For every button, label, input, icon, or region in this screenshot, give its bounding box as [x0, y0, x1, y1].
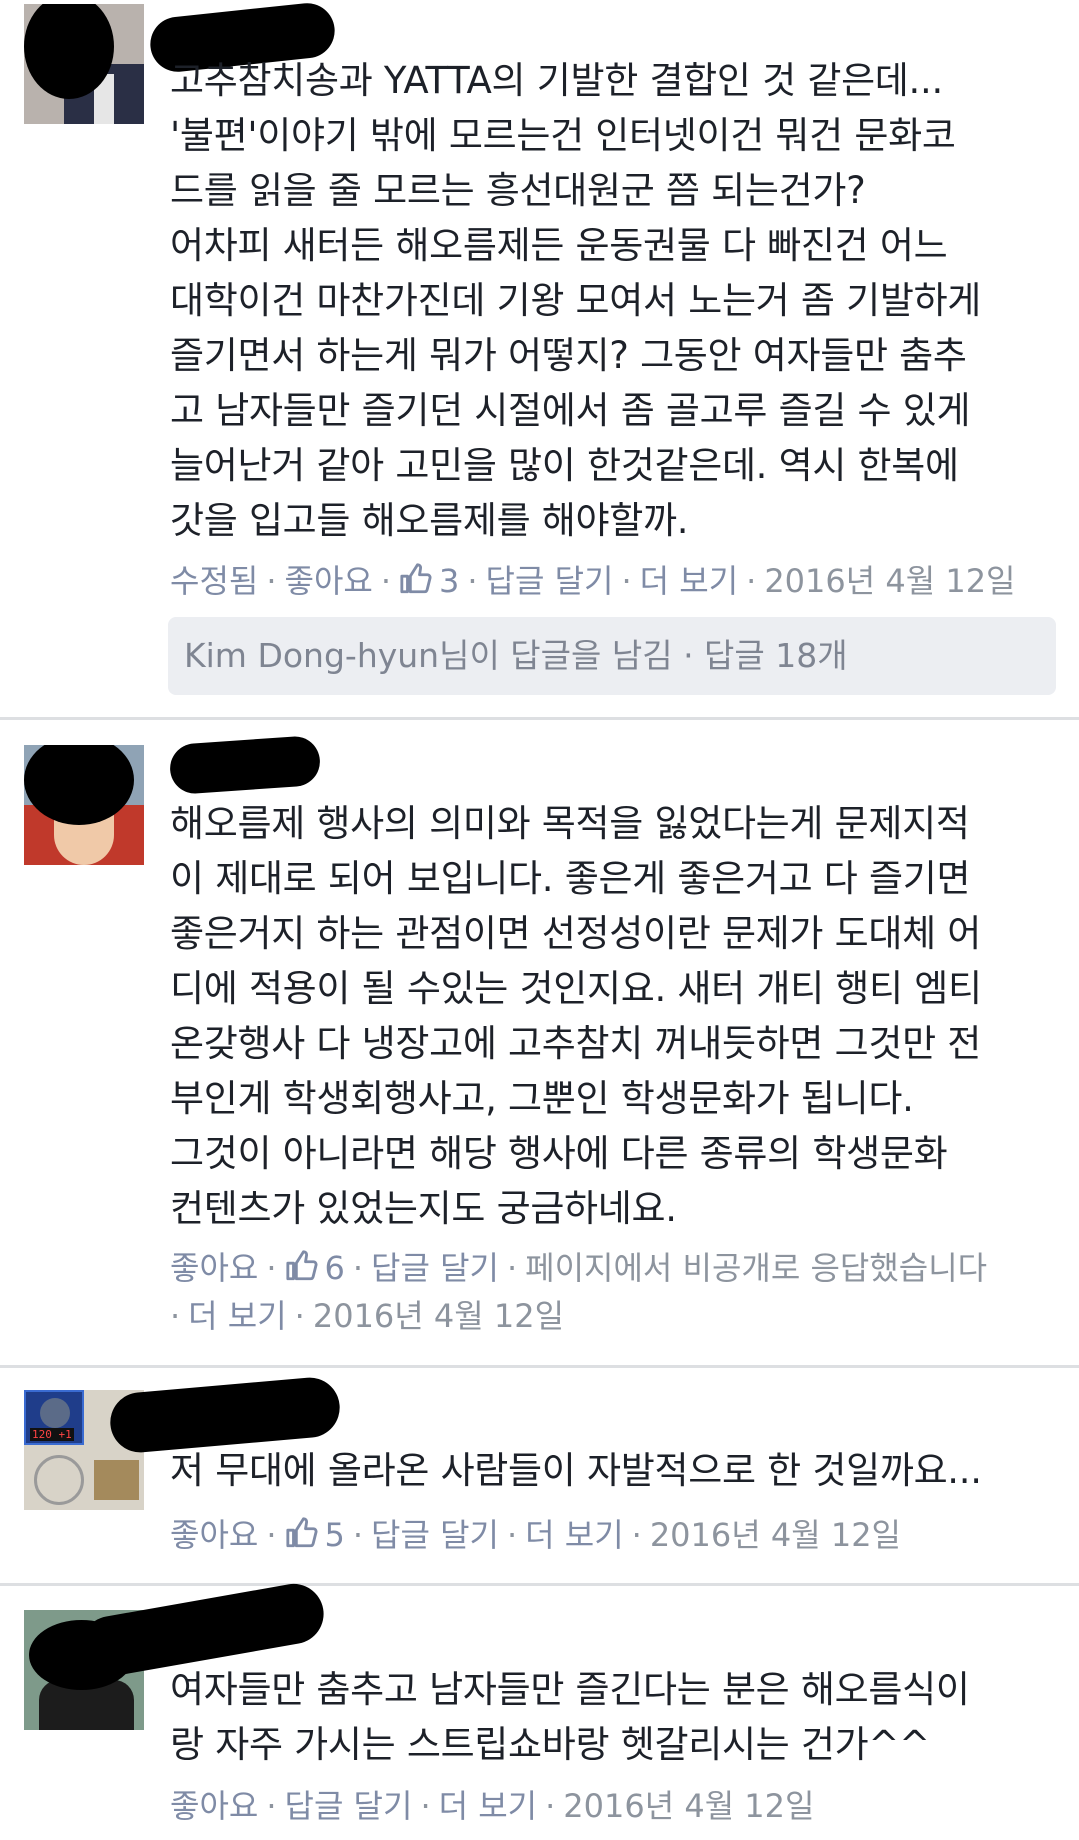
separator: · — [266, 1787, 277, 1825]
comment-meta: 좋아요 · 답글 달기 · 더 보기 · 2016년 4월 12일 — [170, 1783, 814, 1829]
thumbs-up-icon[interactable] — [399, 562, 433, 596]
comment-line: 고 남자들만 즐기던 시절에서 좀 골고루 즐길 수 있게 — [170, 389, 971, 432]
avatar-game-panel: 120 +1 — [24, 1390, 84, 1445]
reply-button[interactable]: 답글 달기 — [486, 562, 614, 600]
avatar[interactable] — [24, 745, 144, 865]
comment-line: 대학이건 마찬가진데 기왕 모여서 노는거 좀 기발하게 — [170, 279, 982, 322]
comment-line: 디에 적용이 될 수있는 것인지요. 새터 개티 행티 엠티 — [170, 967, 982, 1010]
avatar-orb — [40, 1398, 70, 1428]
separator: · — [266, 1249, 277, 1287]
separator: · — [170, 1297, 181, 1335]
comment-line: 늘어난거 같아 고민을 많이 한것같은데. 역시 한복에 — [170, 444, 959, 487]
avatar-object — [94, 1460, 139, 1500]
timestamp[interactable]: 2016년 4월 12일 — [650, 1516, 901, 1554]
comment-line: 부인게 학생회행사고, 그뿐인 학생문화가 됩니다. — [170, 1077, 914, 1120]
separator: · — [266, 1516, 277, 1554]
like-count[interactable]: 5 — [319, 1516, 345, 1554]
like-button[interactable]: 좋아요 — [170, 1249, 258, 1287]
comment-line: 여자들만 춤추고 남자들만 즐긴다는 분은 해오름식이 — [170, 1668, 970, 1711]
comment-line: 드를 읽을 줄 모르는 흥선대원군 쯤 되는건가? — [170, 169, 866, 212]
separator: · — [621, 562, 632, 600]
comment-line: 이 제대로 되어 보입니다. 좋은게 좋은거고 다 즐기면 — [170, 857, 971, 900]
separator: · — [352, 1249, 364, 1287]
divider — [0, 717, 1079, 720]
comment-meta: 좋아요 · 5 · 답글 달기 · 더 보기 · 2016년 4월 12일 — [170, 1512, 901, 1558]
like-count[interactable]: 6 — [319, 1249, 345, 1287]
more-button[interactable]: 더 보기 — [439, 1787, 538, 1825]
separator: · — [746, 562, 757, 600]
avatar[interactable] — [24, 4, 144, 124]
comment-line: 어차피 새터든 해오름제든 운동권물 다 빠진건 어느 — [170, 224, 948, 267]
like-button[interactable]: 좋아요 — [170, 1516, 258, 1554]
avatar-badge: 120 +1 — [30, 1428, 74, 1441]
reply-button[interactable]: 답글 달기 — [371, 1516, 499, 1554]
separator: · — [506, 1516, 518, 1554]
comment-line: 온갖행사 다 냉장고에 고추참치 꺼내듯하면 그것만 전 — [170, 1022, 982, 1065]
page-reply-note: 페이지에서 비공개로 응답했습니다 — [525, 1249, 988, 1287]
like-button[interactable]: 좋아요 — [170, 1787, 258, 1825]
comment-body: 고추참치송과 YATTA의 기발한 결합인 것 같은데... '불편'이야기 밖… — [170, 53, 1070, 548]
separator: · — [294, 1297, 305, 1335]
separator: · — [467, 562, 478, 600]
timestamp[interactable]: 2016년 4월 12일 — [764, 562, 1015, 600]
comment-line: 좋은거지 하는 관점이면 선정성이란 문제가 도대체 어 — [170, 912, 982, 955]
comment-meta: 수정됨 · 좋아요 · 3 · 답글 달기 · 더 보기 · 2016년 4월 12일 — [170, 558, 1016, 604]
divider — [0, 1583, 1079, 1586]
reply-button[interactable]: 답글 달기 — [371, 1249, 499, 1287]
edited-link[interactable]: 수정됨 — [170, 562, 258, 600]
comment-body: 해오름제 행사의 의미와 목적을 잃었다는게 문제지적 이 제대로 되어 보입니… — [170, 796, 1070, 1236]
divider — [0, 1365, 1079, 1368]
comment-meta-line-2: · 더 보기 · 2016년 4월 12일 — [170, 1293, 564, 1339]
comment-line: 저 무대에 올라온 사람들이 자발적으로 한 것일까요... — [170, 1449, 982, 1492]
avatar-wheel — [34, 1455, 84, 1505]
comment-line: 컨텐츠가 있었는지도 궁금하네요. — [170, 1187, 677, 1230]
replies-summary-text: Kim Dong-hyun님이 답글을 남김 · 답글 18개 — [184, 636, 848, 675]
comment-line: 고추참치송과 YATTA의 기발한 결합인 것 같은데... — [170, 59, 943, 102]
comment-line: 그것이 아니라면 해당 행사에 다른 종류의 학생문화 — [170, 1132, 948, 1175]
separator: · — [631, 1516, 642, 1554]
comment-line: 갓을 입고들 해오름제를 해야할까. — [170, 499, 689, 542]
thumbs-up-icon[interactable] — [285, 1516, 319, 1550]
author-name-redacted[interactable] — [168, 734, 322, 796]
more-button[interactable]: 더 보기 — [188, 1297, 287, 1335]
comment-line: 해오름제 행사의 의미와 목적을 잃었다는게 문제지적 — [170, 802, 970, 845]
like-count[interactable]: 3 — [433, 562, 459, 600]
comment-line: '불편'이야기 밖에 모르는건 인터넷이건 뭐건 문화코 — [170, 114, 956, 157]
separator: · — [506, 1249, 518, 1287]
replies-summary[interactable]: Kim Dong-hyun님이 답글을 남김 · 답글 18개 — [168, 617, 1056, 695]
comment-body: 여자들만 춤추고 남자들만 즐긴다는 분은 해오름식이 랑 자주 가시는 스트립… — [170, 1662, 1070, 1772]
separator: · — [352, 1516, 364, 1554]
like-button[interactable]: 좋아요 — [285, 562, 373, 600]
separator: · — [266, 562, 277, 600]
separator: · — [545, 1787, 556, 1825]
separator: · — [380, 562, 391, 600]
comment-line: 랑 자주 가시는 스트립쇼바랑 헷갈리시는 건가^^ — [170, 1723, 930, 1766]
comment-body: 저 무대에 올라온 사람들이 자발적으로 한 것일까요... — [170, 1443, 1070, 1498]
comment-meta: 좋아요 · 6 · 답글 달기 · 페이지에서 비공개로 응답했습니다 — [170, 1245, 987, 1291]
separator: · — [420, 1787, 431, 1825]
timestamp[interactable]: 2016년 4월 12일 — [563, 1787, 814, 1825]
comment-line: 즐기면서 하는게 뭐가 어떻지? 그동안 여자들만 춤추 — [170, 334, 967, 377]
reply-button[interactable]: 답글 달기 — [285, 1787, 413, 1825]
more-button[interactable]: 더 보기 — [525, 1516, 624, 1554]
more-button[interactable]: 더 보기 — [640, 562, 739, 600]
thumbs-up-icon[interactable] — [285, 1249, 319, 1283]
timestamp[interactable]: 2016년 4월 12일 — [313, 1297, 564, 1335]
